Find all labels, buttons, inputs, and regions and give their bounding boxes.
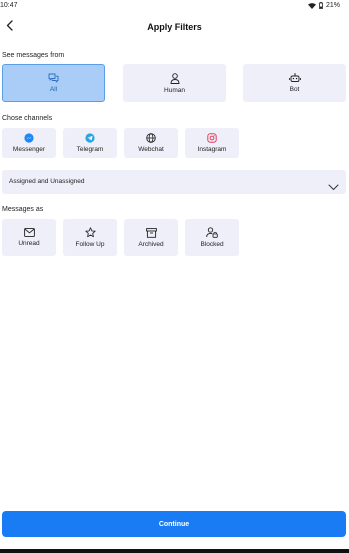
telegram-icon	[85, 133, 95, 143]
status-option-archived[interactable]: Archived	[124, 219, 178, 256]
section-label-from: See messages from	[2, 52, 65, 59]
channel-option-telegram[interactable]: Telegram	[63, 128, 117, 158]
battery-level: 21%	[325, 2, 340, 9]
continue-button[interactable]: Continue	[2, 511, 346, 537]
page-title: Apply Filters	[147, 22, 202, 32]
archive-icon	[145, 227, 157, 238]
bot-icon	[288, 73, 301, 83]
option-label: Telegram	[76, 146, 104, 153]
star-icon	[84, 227, 96, 238]
globe-icon	[146, 133, 156, 143]
section-label-messages-as: Messages as	[2, 206, 44, 213]
option-label: Unread	[18, 240, 40, 247]
option-label: Human	[164, 86, 185, 94]
status-option-blocked[interactable]: Blocked	[185, 219, 239, 256]
status-option-follow-up[interactable]: Follow Up	[63, 219, 117, 256]
status-bar: 10:47 21%	[0, 0, 349, 12]
filter-option-all[interactable]: All	[2, 64, 105, 102]
option-label: Messenger	[12, 146, 46, 153]
navigation-bar	[0, 549, 349, 553]
channel-option-webchat[interactable]: Webchat	[124, 128, 178, 158]
option-label: All	[49, 86, 58, 93]
messenger-icon	[24, 133, 34, 143]
section-label-channels: Chose channels	[2, 115, 53, 122]
status-option-unread[interactable]: Unread	[2, 219, 56, 256]
status-indicators: 21%	[307, 2, 340, 9]
filter-option-bot[interactable]: Bot	[243, 64, 346, 102]
wifi-icon	[307, 2, 316, 9]
option-label: Bot	[289, 86, 300, 93]
channel-option-messenger[interactable]: Messenger	[2, 128, 56, 158]
blocked-user-icon	[206, 227, 218, 238]
battery-icon	[319, 2, 323, 9]
option-label: Instagram	[197, 146, 227, 153]
envelope-icon	[23, 228, 35, 237]
person-icon	[170, 72, 180, 84]
header: Apply Filters	[0, 14, 349, 40]
option-label: Archived	[138, 240, 164, 248]
option-label: Blocked	[200, 241, 224, 248]
assignment-value: Assigned and Unassigned	[9, 178, 85, 185]
filter-option-human[interactable]: Human	[123, 64, 226, 102]
assignment-dropdown[interactable]: Assigned and Unassigned	[2, 170, 346, 194]
option-label: Follow Up	[75, 241, 105, 248]
instagram-icon	[207, 133, 217, 143]
channel-option-instagram[interactable]: Instagram	[185, 128, 239, 158]
option-label: Webchat	[138, 146, 164, 153]
chat-bubbles-icon	[48, 73, 59, 83]
status-time: 10:47	[0, 2, 18, 9]
chevron-down-icon	[328, 178, 339, 196]
